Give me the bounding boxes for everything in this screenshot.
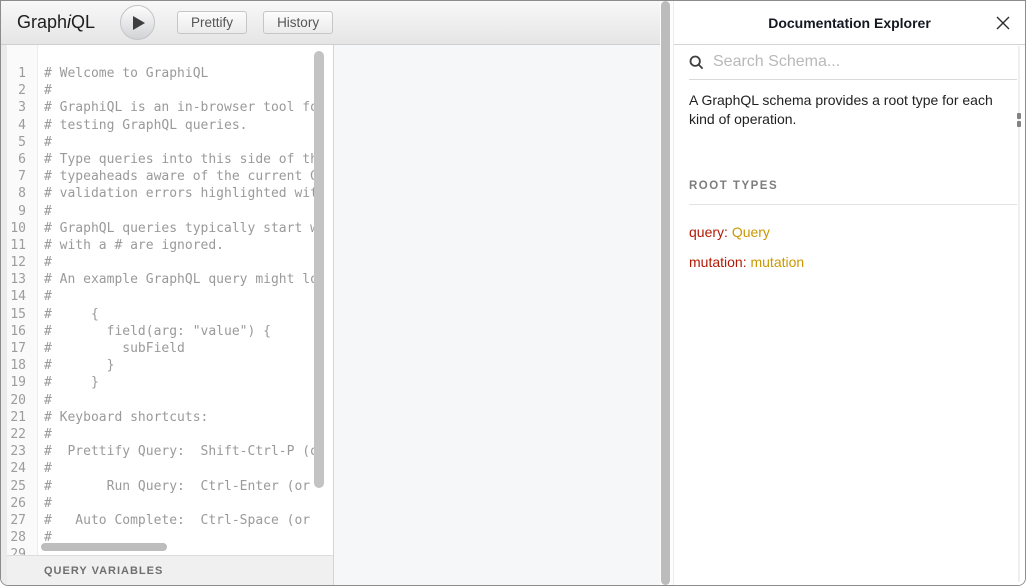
code-line: # } <box>44 375 314 392</box>
toolbar: GraphiQL Prettify History <box>1 1 660 45</box>
execute-query-button[interactable] <box>120 5 155 40</box>
code-line: # An example GraphQL query might look li… <box>44 272 314 289</box>
line-number: 17 <box>7 341 37 358</box>
code-line: # <box>44 83 314 100</box>
code-line: # testing GraphQL queries. <box>44 118 314 135</box>
line-number: 7 <box>7 169 37 186</box>
doc-search-row <box>689 45 1017 80</box>
line-number: 6 <box>7 152 37 169</box>
line-number: 12 <box>7 255 37 272</box>
prettify-button[interactable]: Prettify <box>177 11 247 34</box>
line-number: 8 <box>7 186 37 203</box>
documentation-explorer-panel: Documentation Explorer A GraphQL schema … <box>673 1 1025 585</box>
type-link[interactable]: mutation <box>750 254 804 270</box>
field-name: query <box>689 224 724 240</box>
page-scrollbar-track <box>660 1 673 585</box>
line-number: 24 <box>7 461 37 478</box>
search-schema-input[interactable] <box>713 53 1017 71</box>
root-types-section-header: ROOT TYPES <box>689 129 1017 205</box>
line-number: 18 <box>7 358 37 375</box>
field-name: mutation <box>689 254 743 270</box>
code-line: # Welcome to GraphiQL <box>44 66 314 83</box>
root-type-item: query: Query <box>674 217 1025 247</box>
schema-description: A GraphQL schema provides a root type fo… <box>689 91 1005 129</box>
editor-code[interactable]: # Welcome to GraphiQL## GraphiQL is an i… <box>39 45 314 555</box>
query-variables-title: QUERY VARIABLES <box>44 565 163 577</box>
line-number: 26 <box>7 496 37 513</box>
line-number: 13 <box>7 272 37 289</box>
play-icon <box>133 16 145 30</box>
code-line: # <box>44 393 314 410</box>
line-number: 3 <box>7 100 37 117</box>
editor-vertical-scrollbar[interactable] <box>314 51 324 488</box>
code-line: # Run Query: Ctrl-Enter (or press the pl… <box>44 479 314 496</box>
type-link[interactable]: Query <box>732 224 770 240</box>
code-line: # { <box>44 307 314 324</box>
code-line: # <box>44 496 314 513</box>
line-number: 11 <box>7 238 37 255</box>
line-number: 15 <box>7 307 37 324</box>
code-line: # Prettify Query: Shift-Ctrl-P (or press… <box>44 444 314 461</box>
code-line: # GraphQL queries typically start with a… <box>44 221 314 238</box>
line-number: 27 <box>7 513 37 530</box>
line-number: 25 <box>7 479 37 496</box>
code-line: # <box>44 461 314 478</box>
line-number: 29 <box>7 547 37 555</box>
code-line: # GraphiQL is an in-browser tool for wri… <box>44 100 314 117</box>
query-variables-bar[interactable]: QUERY VARIABLES <box>7 555 333 585</box>
line-number: 9 <box>7 204 37 221</box>
line-number: 16 <box>7 324 37 341</box>
code-line: # typeaheads aware of the current GraphQ… <box>44 169 314 186</box>
editor-horizontal-scrollbar[interactable] <box>41 543 167 551</box>
root-type-item: mutation: mutation <box>674 247 1025 277</box>
code-line: # } <box>44 358 314 375</box>
separator: : <box>724 224 732 240</box>
root-types-title: ROOT TYPES <box>689 180 778 192</box>
code-line: # <box>44 255 314 272</box>
code-line: # Keyboard shortcuts: <box>44 410 314 427</box>
doc-explorer-header: Documentation Explorer <box>674 1 1025 45</box>
graphiql-app: GraphiQL Prettify History 12345678910111… <box>1 1 660 585</box>
code-line: # with a # are ignored. <box>44 238 314 255</box>
line-number: 10 <box>7 221 37 238</box>
result-pane <box>334 45 660 585</box>
line-number: 28 <box>7 530 37 547</box>
code-line: # Auto Complete: Ctrl-Space (or just sta… <box>44 513 314 530</box>
graphiql-window: GraphiQL Prettify History 12345678910111… <box>0 0 1026 586</box>
page-scrollbar-thumb[interactable] <box>661 1 670 585</box>
panes: 1234567891011121314151617181920212223242… <box>1 45 660 585</box>
editor-gutter: 1234567891011121314151617181920212223242… <box>7 45 38 555</box>
line-number: 19 <box>7 375 37 392</box>
code-line: # <box>44 427 314 444</box>
doc-explorer-title: Documentation Explorer <box>768 15 931 31</box>
line-number: 22 <box>7 427 37 444</box>
doc-scrollbar-thumb[interactable] <box>1017 113 1021 119</box>
line-number: 4 <box>7 118 37 135</box>
line-number: 2 <box>7 83 37 100</box>
line-number: 5 <box>7 135 37 152</box>
query-editor-pane: 1234567891011121314151617181920212223242… <box>7 45 334 585</box>
code-line: # field(arg: "value") { <box>44 324 314 341</box>
code-line: # Type queries into this side of the scr… <box>44 152 314 169</box>
line-number: 21 <box>7 410 37 427</box>
history-button[interactable]: History <box>263 11 333 34</box>
code-line: # <box>44 289 314 306</box>
root-types-list: query: Querymutation: mutation <box>674 217 1025 277</box>
code-line: # <box>44 135 314 152</box>
close-icon[interactable] <box>995 15 1011 31</box>
doc-scrollbar-thumb[interactable] <box>1017 121 1021 127</box>
line-number: 23 <box>7 444 37 461</box>
line-number: 20 <box>7 393 37 410</box>
code-line: # subField <box>44 341 314 358</box>
search-icon <box>689 55 704 70</box>
code-line: # <box>44 204 314 221</box>
line-number: 1 <box>7 66 37 83</box>
code-line: # validation errors highlighted within t… <box>44 186 314 203</box>
graphiql-logo: GraphiQL <box>17 12 95 33</box>
line-number: 14 <box>7 289 37 306</box>
